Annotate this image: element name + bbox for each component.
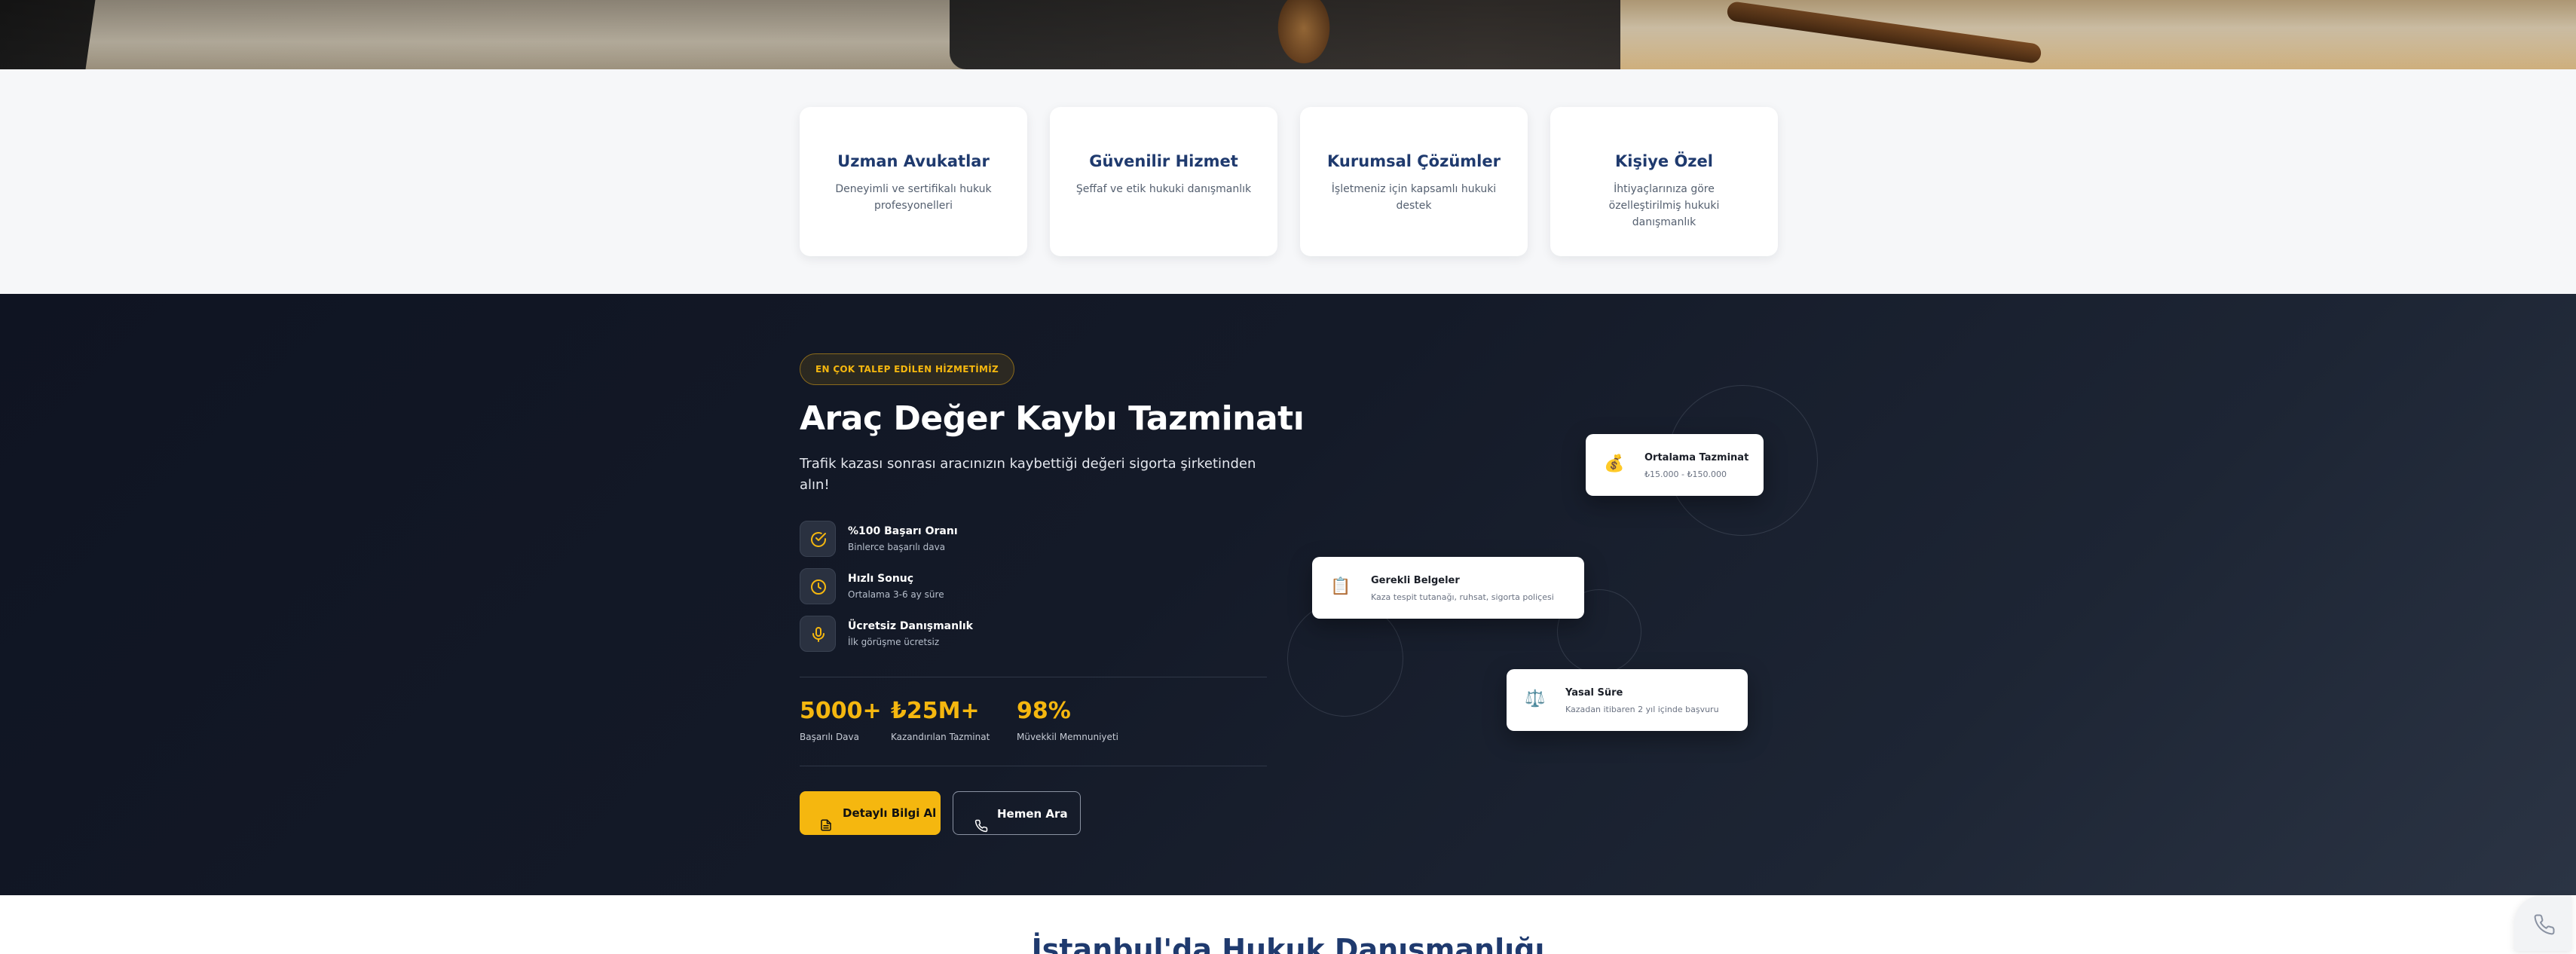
info-card-subtitle: Kaza tespit tutanağı, ruhsat, sigorta po…	[1371, 592, 1554, 602]
service-badge: EN ÇOK TALEP EDİLEN HİZMETİMİZ	[800, 353, 1015, 385]
feature-title: Kurumsal Çözümler	[1327, 152, 1501, 170]
feature-description: İhtiyaçlarınıza göre özelleştirilmiş huk…	[1608, 183, 1720, 228]
feature-title: Kişiye Özel	[1615, 152, 1713, 170]
button-label: Hemen Ara	[997, 807, 1068, 821]
feature-card-personalized: Kişiye Özel İhtiyaçlarınıza göre özelleş…	[1550, 107, 1778, 256]
clock-icon	[800, 568, 836, 604]
info-card-average-compensation: 💰 Ortalama Tazminat ₺15.000 - ₺150.000	[1586, 434, 1764, 496]
info-card-title: Gerekli Belgeler	[1371, 575, 1460, 586]
feature-card-reliable-service: Güvenilir Hizmet Şeffaf ve etik hukuki d…	[1050, 107, 1277, 256]
stat-label: Kazandırılan Tazminat	[891, 732, 990, 742]
stat-compensation: ₺25M+ Kazandırılan Tazminat	[891, 698, 990, 742]
service-highlight-section: EN ÇOK TALEP EDİLEN HİZMETİMİZ Araç Değe…	[0, 294, 2576, 895]
phone-icon	[974, 807, 988, 851]
feature-card-expert-lawyers: Uzman Avukatlar Deneyimli ve sertifikalı…	[800, 107, 1027, 256]
stat-successful-cases: 5000+ Başarılı Dava	[800, 698, 882, 742]
benefit-title: Ücretsiz Danışmanlık	[848, 620, 973, 632]
info-card-required-documents: 📋 Gerekli Belgeler Kaza tespit tutanağı,…	[1312, 557, 1584, 619]
feature-description: Deneyimli ve sertifikalı hukuk profesyon…	[835, 183, 992, 212]
money-bag-icon: 💰	[1604, 454, 1625, 473]
feature-card-corporate-solutions: Kurumsal Çözümler İşletmeniz için kapsam…	[1300, 107, 1528, 256]
benefit-subtitle: İlk görüşme ücretsiz	[848, 637, 940, 647]
benefit-title: %100 Başarı Oranı	[848, 525, 958, 537]
scales-icon: ⚖️	[1525, 690, 1546, 708]
info-card-subtitle: ₺15.000 - ₺150.000	[1644, 469, 1727, 479]
button-label: Detaylı Bilgi Al	[843, 806, 937, 820]
feature-title: Güvenilir Hizmet	[1089, 152, 1238, 170]
hero-image	[0, 0, 2576, 69]
stat-value: 98%	[1017, 698, 1071, 724]
call-now-button[interactable]: Hemen Ara	[953, 791, 1081, 835]
stat-value: 5000+	[800, 698, 882, 724]
feature-description: İşletmeniz için kapsamlı hukuki destek	[1331, 183, 1497, 212]
benefit-title: Hızlı Sonuç	[848, 573, 914, 585]
section-title: İstanbul'da Hukuk Danışmanlığı	[1031, 933, 1545, 954]
features-section: Uzman Avukatlar Deneyimli ve sertifikalı…	[0, 69, 2576, 294]
info-card-legal-period: ⚖️ Yasal Süre Kazadan itibaren 2 yıl içi…	[1507, 669, 1748, 731]
benefit-subtitle: Ortalama 3-6 ay süre	[848, 589, 944, 600]
feature-title: Uzman Avukatlar	[837, 152, 990, 170]
check-circle-icon	[800, 521, 836, 557]
phone-icon	[2534, 914, 2555, 935]
detailed-info-button[interactable]: Detaylı Bilgi Al	[800, 791, 941, 835]
service-subtitle: Trafik kazası sonrası aracınızın kaybett…	[800, 456, 1256, 493]
stat-label: Başarılı Dava	[800, 732, 859, 742]
clipboard-icon: 📋	[1330, 577, 1351, 596]
info-card-subtitle: Kazadan itibaren 2 yıl içinde başvuru	[1565, 705, 1719, 714]
feature-description: Şeffaf ve etik hukuki danışmanlık	[1075, 183, 1252, 195]
floating-phone-button[interactable]	[2514, 895, 2571, 951]
benefit-subtitle: Binlerce başarılı dava	[848, 542, 946, 552]
stat-satisfaction: 98% Müvekkil Memnuniyeti	[1017, 698, 1118, 742]
service-title: Araç Değer Kaybı Tazminatı	[800, 399, 1305, 438]
info-card-title: Yasal Süre	[1565, 687, 1623, 699]
stat-label: Müvekkil Memnuniyeti	[1017, 732, 1118, 742]
document-icon	[819, 806, 833, 850]
bottom-section: İstanbul'da Hukuk Danışmanlığı	[0, 895, 2576, 954]
stat-value: ₺25M+	[891, 698, 980, 724]
microphone-icon	[800, 616, 836, 652]
info-card-title: Ortalama Tazminat	[1644, 452, 1749, 463]
